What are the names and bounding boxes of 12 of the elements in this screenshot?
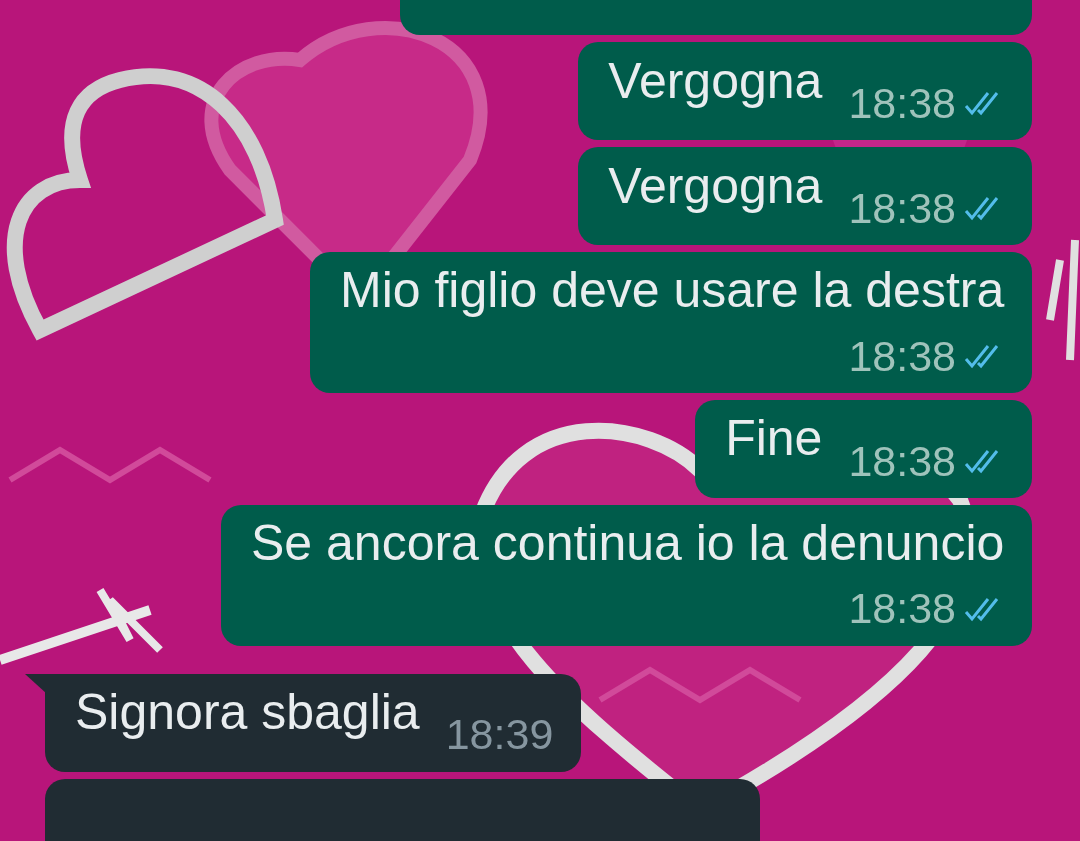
message-text: Vergogna [608,52,823,111]
message-text: Fine [725,410,823,469]
message-time: 18:38 [848,183,956,233]
message-time: 18:38 [848,331,956,381]
message-time: 18:38 [848,584,956,634]
message-time: 18:38 [848,78,956,128]
message-text: Vergogna [608,157,823,216]
message-text: Se ancora continua io la denuncio [251,514,1005,573]
message-text: Mio figlio deve usare la destra [340,262,1005,320]
message-time: 18:39 [445,710,554,760]
message-time: 18:38 [848,436,956,486]
message-text: Signora sbaglia [75,684,420,743]
